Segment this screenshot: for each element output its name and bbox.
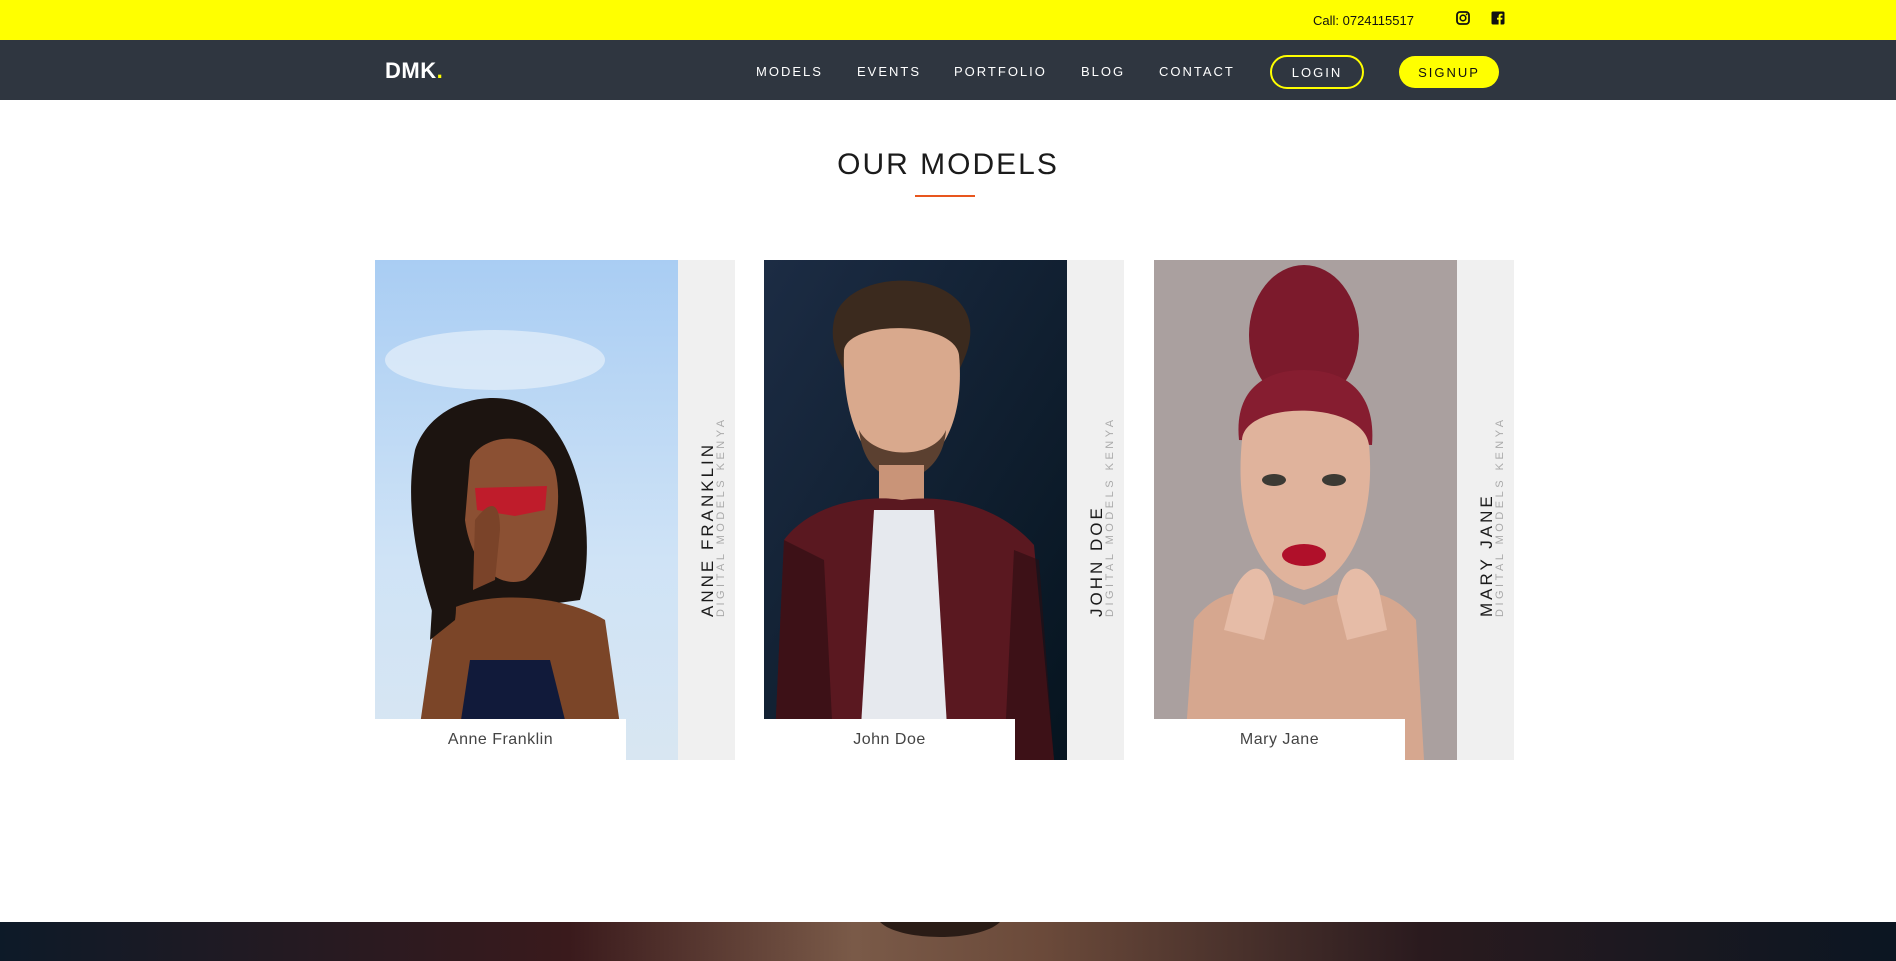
model-side-panel: MARY JANE DIGITAL MODELS KENYA: [1457, 260, 1514, 760]
model-photo[interactable]: [764, 260, 1067, 760]
main-navigation: DMK. MODELS EVENTS PORTFOLIO BLOG CONTAC…: [0, 40, 1896, 100]
signup-button[interactable]: SIGNUP: [1399, 56, 1499, 88]
next-section-banner-image: [0, 922, 1896, 961]
section-title: OUR MODELS: [837, 148, 1059, 181]
nav-link-portfolio[interactable]: PORTFOLIO: [954, 64, 1047, 79]
model-side-panel: ANNE FRANKLIN DIGITAL MODELS KENYA: [678, 260, 735, 760]
model-vertical-tagline: DIGITAL MODELS KENYA: [1494, 416, 1506, 617]
model-card-john-doe[interactable]: JOHN DOE DIGITAL MODELS KENYA John Doe: [764, 260, 1124, 760]
facebook-icon[interactable]: [1491, 11, 1505, 25]
instagram-icon[interactable]: [1456, 11, 1470, 25]
model-photo[interactable]: [1154, 260, 1457, 760]
title-underline: [915, 195, 975, 197]
site-logo[interactable]: DMK.: [385, 58, 443, 84]
nav-link-contact[interactable]: CONTACT: [1159, 64, 1235, 79]
nav-link-blog[interactable]: BLOG: [1081, 64, 1125, 79]
logo-dot: .: [436, 58, 444, 83]
top-bar: Call: 0724115517: [0, 0, 1896, 40]
model-card-anne-franklin[interactable]: ANNE FRANKLIN DIGITAL MODELS KENYA Anne …: [375, 260, 735, 760]
login-button[interactable]: LOGIN: [1270, 55, 1364, 89]
model-card-mary-jane[interactable]: MARY JANE DIGITAL MODELS KENYA Mary Jane: [1154, 260, 1514, 760]
model-name-caption[interactable]: Anne Franklin: [375, 719, 626, 760]
model-photo[interactable]: [375, 260, 678, 760]
model-vertical-tagline: DIGITAL MODELS KENYA: [715, 416, 727, 617]
nav-link-models[interactable]: MODELS: [756, 64, 823, 79]
call-phone-text[interactable]: Call: 0724115517: [1313, 13, 1414, 28]
model-name-caption[interactable]: John Doe: [764, 719, 1015, 760]
logo-text: DMK: [385, 58, 437, 83]
model-side-panel: JOHN DOE DIGITAL MODELS KENYA: [1067, 260, 1124, 760]
model-name-caption[interactable]: Mary Jane: [1154, 719, 1405, 760]
nav-link-events[interactable]: EVENTS: [857, 64, 921, 79]
model-vertical-tagline: DIGITAL MODELS KENYA: [1104, 416, 1116, 617]
